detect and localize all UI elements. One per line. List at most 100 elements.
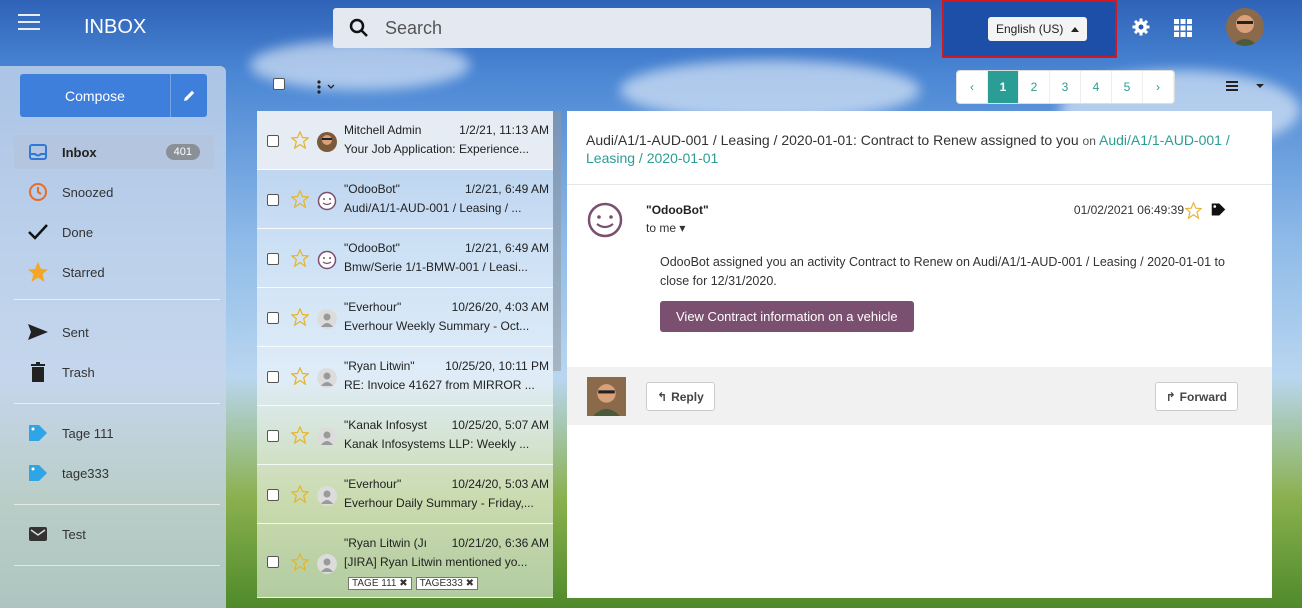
list-item[interactable]: Mitchell Admin 1/2/21, 11:13 AM Your Job… [257, 111, 553, 170]
compose-label: Compose [65, 87, 125, 104]
sidebar-item-test[interactable]: Test [14, 517, 214, 551]
star-outline-icon[interactable] [291, 131, 309, 149]
star-outline-icon[interactable] [291, 308, 309, 326]
list-item[interactable]: "Everhour" 10/24/20, 5:03 AM Everhour Da… [257, 465, 553, 524]
top-bar: INBOX English (US) [0, 0, 1302, 58]
sidebar-item-label: Snoozed [62, 184, 114, 200]
odoobot-avatar [587, 202, 623, 238]
star-outline-icon[interactable] [291, 249, 309, 267]
message-checkbox[interactable] [267, 135, 279, 147]
sidebar-item-label: Trash [62, 364, 95, 380]
language-dropdown[interactable]: English (US) [988, 17, 1088, 41]
subject-text: Audi/A1/1-AUD-001 / Leasing / 2020-01-01… [586, 132, 1079, 148]
star-outline-icon[interactable] [291, 553, 309, 571]
divider [567, 184, 1272, 185]
star-outline-icon[interactable] [1185, 202, 1202, 219]
apps-grid-icon[interactable] [1174, 19, 1192, 37]
search-icon [349, 18, 368, 37]
pager-page-4[interactable]: 4 [1081, 71, 1112, 103]
sidebar-item-trash[interactable]: Trash [14, 355, 214, 389]
pager-page-1[interactable]: 1 [988, 71, 1019, 103]
reply-bar: ↰ Reply ↱ Forward [567, 367, 1272, 425]
message-checkbox[interactable] [267, 489, 279, 501]
message-subject: [JIRA] Ryan Litwin mentioned yo... [344, 555, 528, 569]
user-avatar [587, 377, 626, 416]
reply-button[interactable]: ↰ Reply [646, 382, 715, 411]
recipient-toggle[interactable]: to me ▾ [646, 221, 685, 235]
user-avatar[interactable] [1226, 8, 1264, 46]
pager-page-2[interactable]: 2 [1019, 71, 1050, 103]
star-outline-icon[interactable] [291, 367, 309, 385]
message-checkbox[interactable] [267, 194, 279, 206]
default-avatar [317, 554, 337, 574]
tag-chip[interactable]: TAGE333 ✖ [415, 577, 478, 590]
search-bar[interactable] [333, 8, 931, 48]
sidebar-item-tage-111[interactable]: Tage 111 [14, 416, 214, 450]
mailbox-icon [14, 526, 62, 542]
tag-chip[interactable]: TAGE 111 ✖ [348, 577, 412, 590]
caret-up-icon [1071, 26, 1080, 32]
compose-button[interactable]: Compose [20, 74, 207, 117]
message-subject: Everhour Weekly Summary - Oct... [344, 319, 530, 333]
star-outline-icon[interactable] [291, 190, 309, 208]
message-subject: Everhour Daily Summary - Friday,... [344, 496, 534, 510]
sidebar-item-starred[interactable]: Starred [14, 255, 214, 289]
check-icon [14, 223, 62, 241]
sidebar-item-tage333[interactable]: tage333 [14, 456, 214, 490]
default-avatar [317, 427, 337, 447]
view-contract-button[interactable]: View Contract information on a vehicle [660, 301, 914, 332]
pencil-icon[interactable] [170, 74, 207, 117]
sidebar-item-label: Done [62, 224, 94, 240]
pager-next-button[interactable]: › [1143, 71, 1174, 103]
sidebar-item-sent[interactable]: Sent [14, 315, 214, 349]
list-item[interactable]: "Everhour" 10/26/20, 4:03 AM Everhour We… [257, 288, 553, 347]
message-list: Mitchell Admin 1/2/21, 11:13 AM Your Job… [257, 111, 553, 598]
list-item[interactable]: "OdooBot" 1/2/21, 6:49 AM Bmw/Serie 1/1-… [257, 229, 553, 288]
sidebar-item-inbox[interactable]: Inbox 401 [14, 135, 214, 169]
odoobot-avatar [317, 250, 337, 270]
more-actions-icon[interactable] [316, 80, 336, 94]
pager-page-5[interactable]: 5 [1112, 71, 1143, 103]
gear-icon[interactable] [1132, 18, 1150, 36]
reply-label: Reply [671, 389, 704, 404]
list-scrollbar[interactable] [553, 111, 561, 371]
unread-count-badge: 401 [165, 144, 200, 160]
list-item[interactable]: "Kanak Infosyst 10/25/20, 5:07 AM Kanak … [257, 406, 553, 465]
tag-icon [14, 424, 62, 442]
forward-icon: ↱ [1165, 389, 1176, 404]
pager-prev-button[interactable]: ‹ [957, 71, 988, 103]
message-checkbox[interactable] [267, 556, 279, 568]
view-options-icon[interactable] [1226, 80, 1266, 92]
star-outline-icon[interactable] [291, 485, 309, 503]
message-sender: "Kanak Infosyst [344, 418, 427, 432]
search-input[interactable] [385, 17, 885, 39]
sidebar-item-done[interactable]: Done [14, 215, 214, 249]
message-checkbox[interactable] [267, 312, 279, 324]
message-checkbox[interactable] [267, 253, 279, 265]
message-checkbox[interactable] [267, 430, 279, 442]
list-item[interactable]: "Ryan Litwin" 10/25/20, 10:11 PM RE: Inv… [257, 347, 553, 406]
menu-icon[interactable] [18, 14, 40, 32]
list-item[interactable]: "OdooBot" 1/2/21, 6:49 AM Audi/A1/1-AUD-… [257, 170, 553, 229]
message-checkbox[interactable] [267, 371, 279, 383]
sidebar-item-snoozed[interactable]: Snoozed [14, 175, 214, 209]
list-item[interactable]: "Ryan Litwin (Jı 10/21/20, 6:36 AM [JIRA… [257, 524, 553, 598]
message-sender: "OdooBot" [344, 182, 400, 196]
on-word: on [1082, 134, 1096, 148]
star-outline-icon[interactable] [291, 426, 309, 444]
pagination: ‹ 1 2 3 4 5 › [957, 71, 1174, 103]
select-all-checkbox[interactable] [273, 78, 285, 90]
message-title: Audi/A1/1-AUD-001 / Leasing / 2020-01-01… [586, 132, 1246, 167]
tag-icon[interactable] [1211, 202, 1226, 217]
sidebar-item-label: Inbox [62, 144, 97, 160]
message-date: 10/26/20, 4:03 AM [451, 300, 549, 314]
forward-button[interactable]: ↱ Forward [1154, 382, 1238, 411]
send-icon [14, 323, 62, 341]
message-date: 1/2/21, 6:49 AM [464, 182, 549, 196]
odoobot-avatar [317, 191, 337, 211]
message-sender: "Everhour" [344, 477, 402, 491]
pager-page-3[interactable]: 3 [1050, 71, 1081, 103]
message-date: 10/24/20, 5:03 AM [451, 477, 549, 491]
sidebar: Compose Inbox 401 Snoozed Done Starred S… [0, 66, 226, 608]
language-switcher-highlight: English (US) [942, 0, 1117, 58]
